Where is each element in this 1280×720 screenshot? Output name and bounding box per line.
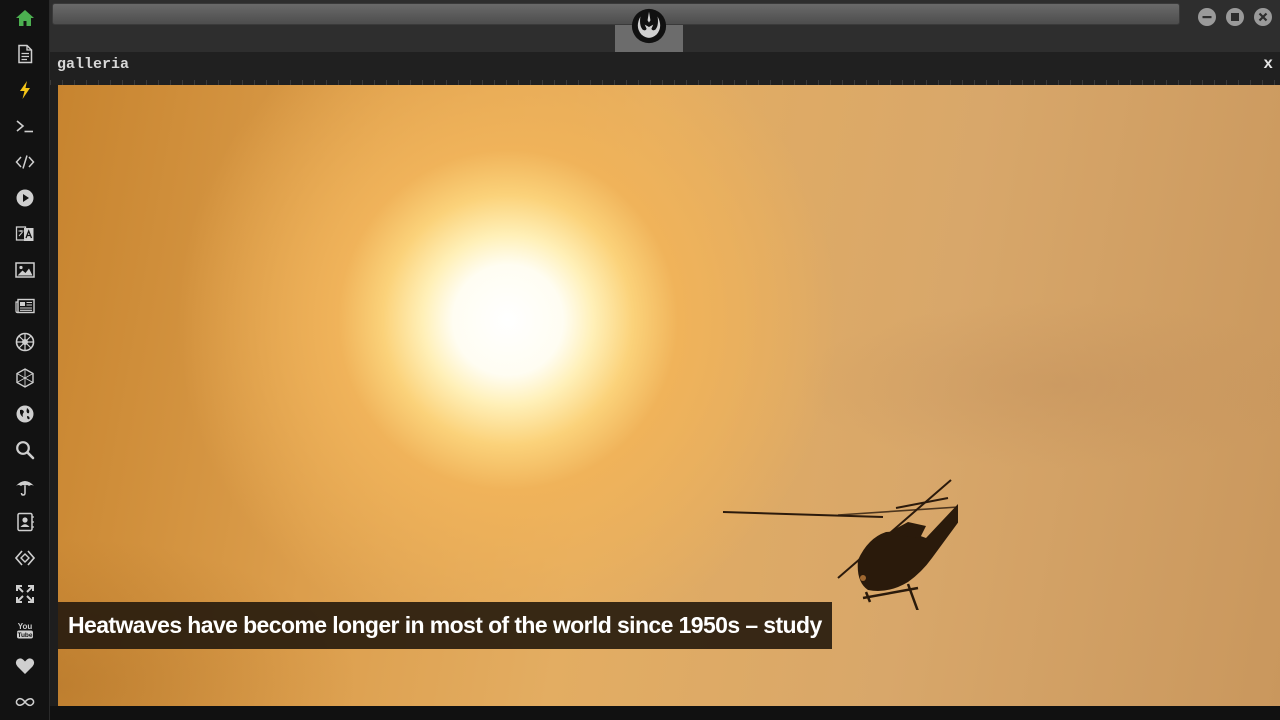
- svg-text:You: You: [18, 622, 33, 631]
- sidebar-item-expand[interactable]: [13, 582, 37, 606]
- sidebar-item-contacts[interactable]: [13, 510, 37, 534]
- globe-icon: [16, 405, 34, 423]
- sidebar-item-translate[interactable]: [13, 222, 37, 246]
- svg-text:Tube: Tube: [17, 632, 32, 639]
- heart-icon: [15, 658, 35, 674]
- umbrella-icon: [16, 481, 34, 496]
- sidebar-item-lightning[interactable]: [13, 78, 37, 102]
- sidebar-item-hexagon[interactable]: [13, 366, 37, 390]
- contacts-icon: [17, 512, 34, 532]
- sidebar-item-search[interactable]: [13, 438, 37, 462]
- image-icon: [15, 262, 35, 278]
- lightning-icon: [20, 81, 30, 99]
- hexagon-icon: [16, 368, 34, 388]
- translate-icon: [15, 226, 34, 241]
- maximize-button[interactable]: [1226, 8, 1244, 26]
- home-icon: [16, 10, 34, 26]
- youtube-icon: YouTube: [17, 622, 33, 639]
- sidebar-item-home[interactable]: [13, 6, 37, 30]
- minimize-icon: [1202, 16, 1212, 19]
- address-bar[interactable]: [52, 3, 1180, 25]
- sidebar-item-code[interactable]: [13, 150, 37, 174]
- panel-header: galleria x: [50, 52, 1280, 85]
- sidebar-item-image[interactable]: [13, 258, 37, 282]
- galactic-empire-icon: [15, 332, 35, 352]
- bottom-bar: [50, 706, 1280, 720]
- maximize-icon: [1231, 13, 1239, 21]
- sidebar-item-infinity[interactable]: [13, 690, 37, 714]
- close-icon: [1258, 12, 1268, 22]
- sidebar-item-terminal[interactable]: [13, 114, 37, 138]
- panel-title: galleria: [57, 56, 130, 73]
- sidebar-item-newspaper[interactable]: [13, 294, 37, 318]
- top-bar: [50, 0, 1280, 52]
- sidebar-item-empire[interactable]: [13, 330, 37, 354]
- minimize-button[interactable]: [1198, 8, 1216, 26]
- sidebar-item-play[interactable]: [13, 186, 37, 210]
- expand-icon: [16, 585, 34, 603]
- document-icon: [18, 44, 33, 64]
- infinity-icon: [15, 697, 35, 707]
- code-icon: [15, 155, 35, 169]
- sidebar: You Tube: [0, 0, 50, 720]
- diamond-code-icon: [15, 550, 35, 566]
- close-window-button[interactable]: [1254, 8, 1272, 26]
- rebel-alliance-logo-icon: [631, 8, 667, 44]
- search-icon: [16, 441, 35, 460]
- sidebar-item-youtube[interactable]: You Tube: [13, 618, 37, 642]
- image-caption: Heatwaves have become longer in most of …: [58, 602, 832, 649]
- terminal-icon: [16, 120, 33, 133]
- panel-close-button[interactable]: x: [1263, 55, 1273, 73]
- helicopter-silhouette: [722, 479, 958, 610]
- play-icon: [16, 189, 34, 207]
- sidebar-item-umbrella[interactable]: [13, 474, 37, 498]
- sidebar-item-diamond-code[interactable]: [13, 546, 37, 570]
- sidebar-item-document[interactable]: [13, 42, 37, 66]
- newspaper-icon: [15, 298, 35, 314]
- sidebar-item-heart[interactable]: [13, 654, 37, 678]
- sidebar-item-globe[interactable]: [13, 402, 37, 426]
